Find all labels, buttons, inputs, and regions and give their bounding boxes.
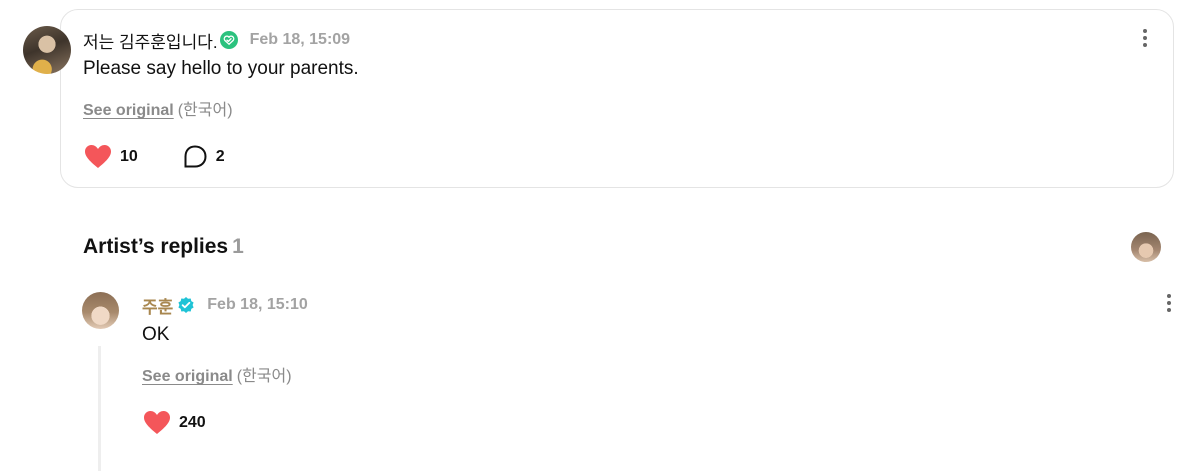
reply-header: 주훈 Feb 18, 15:10	[142, 293, 308, 318]
original-language-label: (한국어)	[177, 102, 233, 119]
reply-like-button[interactable]: 240	[143, 410, 206, 436]
like-count: 10	[120, 148, 138, 165]
reply-original-language-label: (한국어)	[236, 368, 292, 385]
page: 저는 김주훈입니다. Feb 18, 15:09 Please say hell…	[0, 0, 1200, 471]
post-more-options-icon[interactable]	[1135, 26, 1155, 50]
post-timestamp: Feb 18, 15:09	[249, 31, 351, 48]
reply-author-avatar[interactable]	[82, 292, 119, 329]
artist-avatar[interactable]	[1131, 232, 1161, 262]
reply-see-original-link[interactable]: See original	[142, 368, 233, 385]
reply-like-count: 240	[179, 414, 206, 431]
comment-count: 2	[215, 148, 225, 165]
see-original-link[interactable]: See original	[83, 102, 174, 119]
reply-author-name[interactable]: 주훈	[142, 293, 173, 318]
post-text: Please say hello to your parents.	[83, 58, 359, 79]
heart-icon	[85, 145, 111, 168]
post-author-avatar[interactable]	[23, 26, 71, 74]
post-author-name[interactable]: 저는 김주훈입니다.	[83, 28, 218, 53]
heart-icon	[144, 411, 170, 434]
verified-check-icon	[219, 31, 238, 49]
thread-line	[98, 346, 101, 471]
reply-text: OK	[142, 324, 170, 345]
reply-timestamp: Feb 18, 15:10	[207, 296, 308, 313]
post-translation-row: See original (한국어)	[83, 96, 233, 120]
like-button[interactable]: 10	[84, 144, 138, 170]
verified-badge-icon	[177, 296, 195, 314]
comment-bubble-icon	[184, 145, 207, 168]
artist-replies-title: Artist’s replies	[83, 235, 229, 258]
reply-actions: 240	[143, 409, 206, 437]
reply-more-options-icon[interactable]	[1159, 291, 1179, 315]
artist-replies-heading: Artist’s replies 1	[83, 235, 244, 259]
post-actions: 10 2	[84, 144, 225, 170]
artist-replies-count: 1	[232, 235, 244, 258]
comment-button[interactable]: 2	[182, 144, 225, 170]
reply-translation-row: See original (한국어)	[142, 362, 292, 386]
post-header: 저는 김주훈입니다. Feb 18, 15:09	[83, 28, 351, 53]
